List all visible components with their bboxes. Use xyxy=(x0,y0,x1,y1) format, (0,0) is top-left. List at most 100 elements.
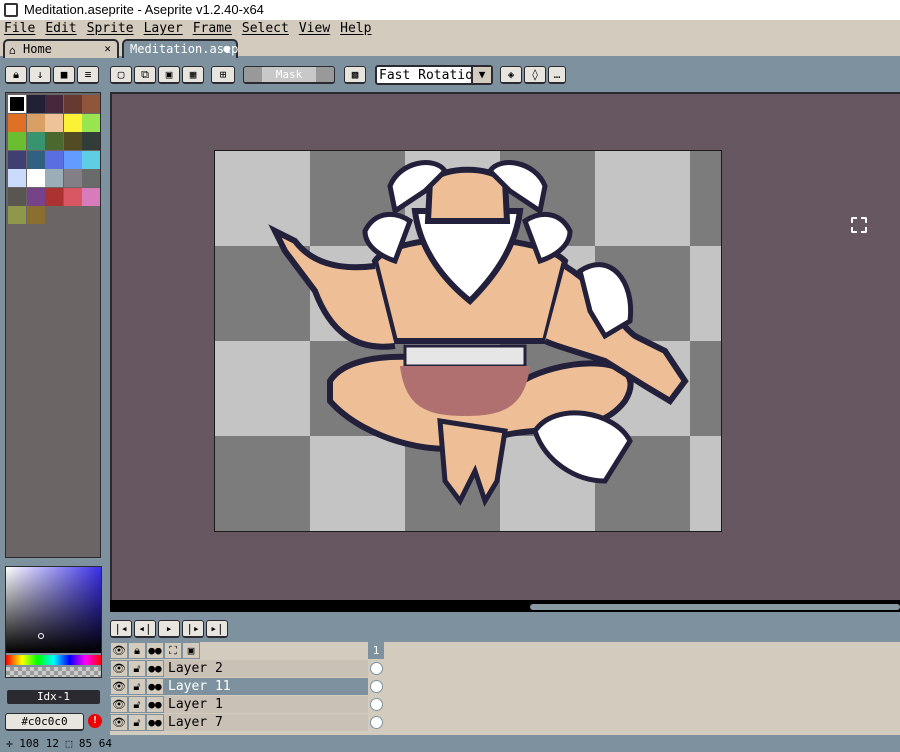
palette-swatch[interactable] xyxy=(45,132,63,150)
palette-swatch[interactable] xyxy=(82,169,100,187)
layer-name[interactable]: Layer 1 xyxy=(164,696,368,713)
unlock-icon[interactable]: 🔓︎ xyxy=(128,696,146,713)
color-index-field[interactable]: Idx-1 xyxy=(5,688,102,706)
palette-swatch[interactable] xyxy=(45,150,63,169)
continuous-icon[interactable]: ●● xyxy=(146,660,164,677)
hue-slider[interactable] xyxy=(6,655,101,665)
next-frame-button[interactable]: |▸ xyxy=(182,620,204,638)
pivot-button[interactable]: ⊞ xyxy=(211,66,235,84)
saturation-value-area[interactable] xyxy=(6,567,101,653)
layer-name[interactable]: Layer 7 xyxy=(164,714,368,731)
frame-number-header[interactable]: 1 xyxy=(368,642,384,659)
color-cursor[interactable] xyxy=(38,633,44,639)
chevron-down-icon[interactable]: ▼ xyxy=(471,67,491,83)
eye-icon[interactable]: 👁︎ xyxy=(110,696,128,713)
warning-icon[interactable]: ! xyxy=(88,714,102,728)
menu-frame[interactable]: Frame xyxy=(193,20,232,38)
transparent-color-button[interactable]: ▩ xyxy=(344,66,366,84)
palette-swatch[interactable] xyxy=(82,132,100,150)
last-frame-button[interactable]: ▸| xyxy=(206,620,228,638)
close-icon[interactable]: ✕ xyxy=(104,41,111,57)
palette-swatch[interactable] xyxy=(63,187,82,206)
eye-icon[interactable]: 👁︎ xyxy=(110,678,128,695)
palette-options-button[interactable]: ≡ xyxy=(77,66,99,84)
palette-swatch[interactable] xyxy=(8,169,26,187)
palette-swatch[interactable] xyxy=(63,132,82,150)
layer-name[interactable]: Layer 2 xyxy=(164,660,368,677)
more-options-button[interactable]: … xyxy=(548,66,566,84)
palette-swatch[interactable] xyxy=(63,113,82,132)
eye-icon[interactable]: 👁︎ xyxy=(110,642,128,659)
layer-row[interactable]: 👁︎ 🔓︎ ●● Layer 11 xyxy=(110,678,900,695)
layer-group-icon[interactable]: ⛶ xyxy=(164,642,182,659)
layer-row[interactable]: 👁︎ 🔓︎ ●● Layer 1 xyxy=(110,696,900,713)
palette-swatch[interactable] xyxy=(8,132,26,150)
palette-swatch[interactable] xyxy=(82,150,100,169)
palette-swatch[interactable] xyxy=(8,187,26,206)
unlock-icon[interactable]: 🔓︎ xyxy=(128,678,146,695)
selection-intersect-button[interactable]: ▦ xyxy=(182,66,204,84)
palette-swatch[interactable] xyxy=(8,113,26,132)
palette-swatch[interactable] xyxy=(82,113,100,132)
palette-swatch[interactable] xyxy=(82,187,100,206)
palette-swatch[interactable] xyxy=(26,206,45,224)
palette-swatch[interactable] xyxy=(26,169,45,187)
sprite-canvas[interactable] xyxy=(214,150,722,532)
eye-icon[interactable]: 👁︎ xyxy=(110,660,128,677)
cel-dot[interactable] xyxy=(370,680,383,693)
alpha-slider[interactable] xyxy=(6,667,101,677)
selection-replace-button[interactable]: ▢ xyxy=(110,66,132,84)
palette-swatch[interactable] xyxy=(26,150,45,169)
menu-file[interactable]: File xyxy=(4,20,35,38)
menu-view[interactable]: View xyxy=(299,20,330,38)
eye-icon[interactable]: 👁︎ xyxy=(110,714,128,731)
layer-name[interactable]: Layer 11 xyxy=(164,678,368,695)
play-button[interactable]: ▸ xyxy=(158,620,180,638)
continuous-icon[interactable]: ●● xyxy=(146,714,164,731)
rotation-algorithm-select[interactable]: Fast Rotation ▼ xyxy=(375,65,493,85)
color-hex-field[interactable]: #c0c0c0 xyxy=(5,713,84,731)
unlock-icon[interactable]: 🔓︎ xyxy=(128,660,146,677)
sort-palette-button[interactable]: ↓ xyxy=(29,66,51,84)
flip-horizontal-button[interactable]: ◈ xyxy=(500,66,522,84)
flip-vertical-button[interactable]: ◊ xyxy=(524,66,546,84)
palette-swatch[interactable] xyxy=(45,95,63,113)
cel-dot[interactable] xyxy=(370,662,383,675)
palette-swatch[interactable] xyxy=(63,169,82,187)
cel-dot[interactable] xyxy=(370,698,383,711)
menu-sprite[interactable]: Sprite xyxy=(87,20,134,38)
layer-row[interactable]: 👁︎ 🔓︎ ●● Layer 2 xyxy=(110,660,900,677)
previous-frame-button[interactable]: ◂| xyxy=(134,620,156,638)
menu-help[interactable]: Help xyxy=(340,20,371,38)
tab-home[interactable]: ⌂ Home ✕ xyxy=(3,39,119,58)
selection-subtract-button[interactable]: ▣ xyxy=(158,66,180,84)
selection-add-button[interactable]: ⧉ xyxy=(134,66,156,84)
palette-swatch[interactable] xyxy=(45,187,63,206)
continuous-icon[interactable]: ●● xyxy=(146,678,164,695)
continuous-icon[interactable]: ●● xyxy=(146,642,164,659)
palette-swatch[interactable] xyxy=(45,169,63,187)
unlock-icon[interactable]: 🔓︎ xyxy=(128,714,146,731)
palette-swatch[interactable] xyxy=(8,206,26,224)
first-frame-button[interactable]: |◂ xyxy=(110,620,132,638)
dot-icon[interactable]: ● xyxy=(223,41,230,57)
palette-presets-button[interactable]: ■ xyxy=(53,66,75,84)
palette-swatch[interactable] xyxy=(8,150,26,169)
menu-layer[interactable]: Layer xyxy=(144,20,183,38)
menu-select[interactable]: Select xyxy=(242,20,289,38)
menu-edit[interactable]: Edit xyxy=(45,20,76,38)
palette-swatch[interactable] xyxy=(82,95,100,113)
color-picker[interactable] xyxy=(5,566,102,678)
lock-palette-button[interactable]: 🔒︎ xyxy=(5,66,27,84)
palette-swatch[interactable] xyxy=(26,132,45,150)
tab-meditation[interactable]: Meditation.asep ● xyxy=(122,39,238,58)
palette-swatch[interactable] xyxy=(8,95,26,113)
palette-swatch[interactable] xyxy=(26,187,45,206)
layer-row[interactable]: 👁︎ 🔓︎ ●● Layer 7 xyxy=(110,714,900,731)
palette-swatch[interactable] xyxy=(63,95,82,113)
palette-swatch[interactable] xyxy=(26,95,45,113)
continuous-icon[interactable]: ●● xyxy=(146,696,164,713)
mask-color-button[interactable]: Mask xyxy=(243,66,335,84)
lock-icon[interactable]: 🔒︎ xyxy=(128,642,146,659)
palette-swatch[interactable] xyxy=(63,150,82,169)
